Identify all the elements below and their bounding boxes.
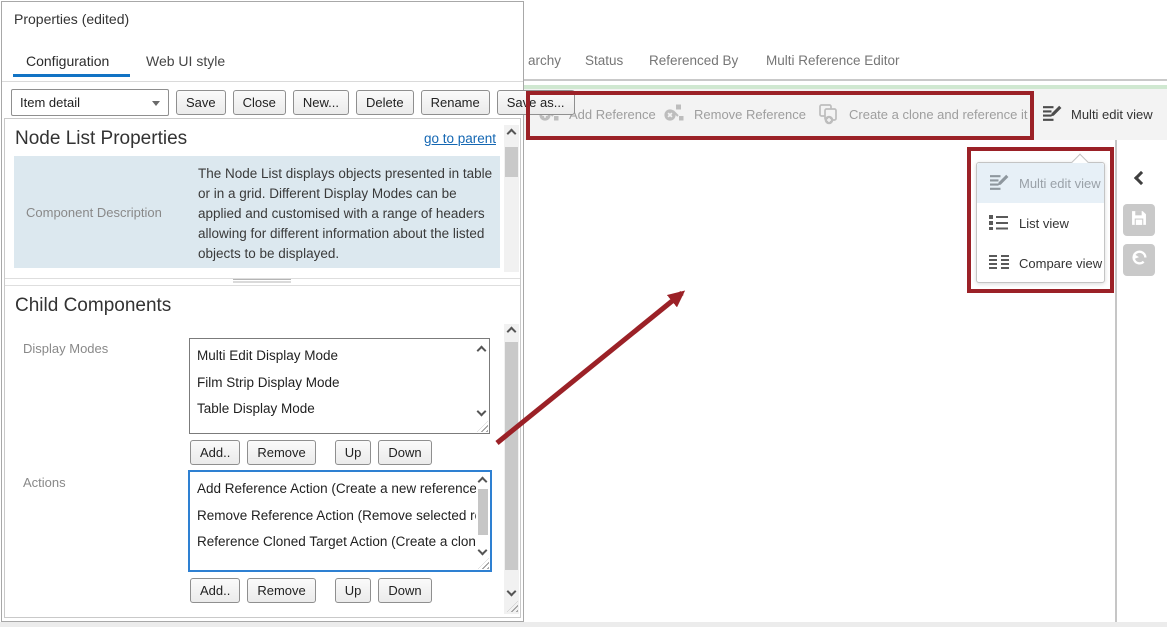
- upper-scrollbar-thumb[interactable]: [505, 147, 518, 177]
- upper-scrollbar: [504, 125, 519, 272]
- scroll-up-icon[interactable]: [507, 327, 517, 337]
- menu-item-list-view[interactable]: List view: [977, 203, 1104, 243]
- view-selector-button[interactable]: Multi edit view: [1042, 89, 1153, 140]
- save-side-button[interactable]: [1123, 204, 1155, 236]
- up-button[interactable]: Up: [335, 440, 372, 465]
- save-button[interactable]: Save: [176, 90, 226, 115]
- actions-label: Actions: [23, 475, 66, 490]
- tabbar-divider: [524, 79, 1167, 81]
- add-button[interactable]: Add..: [190, 578, 240, 603]
- display-modes-listbox: Multi Edit Display Mode Film Strip Displ…: [189, 338, 490, 434]
- menu-item-label: List view: [1019, 216, 1069, 231]
- section-heading-child-components: Child Components: [15, 295, 171, 317]
- scroll-down-icon[interactable]: [477, 407, 487, 417]
- clone-icon: [817, 102, 840, 128]
- section-heading-node-list-properties: Node List Properties: [15, 128, 187, 150]
- multi-edit-view-icon: [989, 174, 1009, 193]
- list-view-icon: [989, 214, 1009, 233]
- tab-multi-reference-editor[interactable]: Multi Reference Editor: [766, 53, 900, 68]
- component-description-text: The Node List displays objects presented…: [198, 156, 500, 268]
- tab-web-ui-style[interactable]: Web UI style: [146, 53, 225, 69]
- down-button[interactable]: Down: [378, 578, 431, 603]
- remove-button[interactable]: Remove: [247, 440, 315, 465]
- splitter-line: [5, 285, 520, 286]
- rename-button[interactable]: Rename: [421, 90, 490, 115]
- properties-dialog: Properties (edited) Configuration Web UI…: [1, 1, 524, 622]
- dialog-button-bar: Save Close New... Delete Rename Save as.…: [176, 90, 575, 115]
- tab-referenced-by[interactable]: Referenced By: [649, 53, 738, 68]
- lower-scrollbar-thumb[interactable]: [505, 342, 518, 570]
- save-icon: [1131, 210, 1147, 231]
- scroll-down-icon[interactable]: [507, 587, 517, 597]
- up-button[interactable]: Up: [335, 578, 372, 603]
- component-description-row: Component Description The Node List disp…: [14, 156, 500, 268]
- content-right-divider: [1115, 140, 1117, 622]
- view-selector-label: Multi edit view: [1071, 107, 1153, 122]
- menu-item-label: Multi edit view: [1019, 176, 1101, 191]
- close-button[interactable]: Close: [233, 90, 286, 115]
- splitter-grip[interactable]: [233, 279, 291, 284]
- menu-item-compare-view[interactable]: Compare view: [977, 243, 1104, 283]
- remove-reference-label: Remove Reference: [694, 107, 806, 122]
- list-item[interactable]: Reference Cloned Target Action (Create a…: [190, 529, 476, 556]
- undo-icon: [1131, 249, 1148, 271]
- bottom-scroll-strip: [0, 622, 1167, 627]
- tab-hierarchy[interactable]: archy: [528, 53, 561, 68]
- preset-select[interactable]: Item detail: [11, 89, 169, 116]
- chevron-down-icon: [152, 101, 160, 106]
- collapse-panel-chevron-icon[interactable]: [1134, 171, 1148, 185]
- clone-and-reference-button[interactable]: Create a clone and reference it: [817, 89, 1028, 140]
- remove-reference-icon: [663, 102, 685, 127]
- list-item[interactable]: Add Reference Action (Create a new refer…: [190, 476, 476, 503]
- add-button[interactable]: Add..: [190, 440, 240, 465]
- menu-item-multi-edit-view[interactable]: Multi edit view: [977, 163, 1104, 203]
- remove-reference-button[interactable]: Remove Reference: [663, 89, 806, 140]
- display-modes-items: Multi Edit Display Mode Film Strip Displ…: [190, 343, 473, 433]
- active-tab-underline: [13, 74, 130, 77]
- resize-handle-icon[interactable]: [477, 421, 488, 432]
- save-as-button[interactable]: Save as...: [497, 90, 575, 115]
- resize-handle-icon[interactable]: [478, 558, 489, 569]
- tabstrip-divider: [2, 81, 523, 82]
- new-button[interactable]: New...: [293, 90, 349, 115]
- resize-handle-icon[interactable]: [507, 601, 518, 612]
- menu-item-label: Compare view: [1019, 256, 1102, 271]
- reference-toolbar: Add Reference Remove Reference Create a …: [524, 89, 1167, 140]
- tab-status[interactable]: Status: [585, 53, 623, 68]
- preset-select-value: Item detail: [20, 95, 80, 110]
- list-item[interactable]: Multi Edit Display Mode: [190, 343, 473, 370]
- properties-content-frame: Node List Properties go to parent Compon…: [4, 118, 521, 618]
- multi-edit-view-icon: [1042, 105, 1062, 124]
- view-dropdown-menu: Multi edit view List view Compare view: [976, 162, 1105, 283]
- list-item[interactable]: Remove Reference Action (Remove selected…: [190, 503, 476, 530]
- scroll-up-icon[interactable]: [507, 129, 517, 139]
- list-item[interactable]: Table Display Mode: [190, 396, 473, 423]
- actions-buttons: Add.. Remove Up Down: [190, 578, 432, 603]
- undo-side-button[interactable]: [1123, 244, 1155, 276]
- tab-configuration[interactable]: Configuration: [26, 53, 109, 69]
- actions-items: Add Reference Action (Create a new refer…: [190, 476, 476, 570]
- display-modes-label: Display Modes: [23, 341, 108, 356]
- remove-button[interactable]: Remove: [247, 578, 315, 603]
- clone-label: Create a clone and reference it: [849, 107, 1028, 122]
- component-description-label: Component Description: [14, 156, 198, 268]
- go-to-parent-link[interactable]: go to parent: [424, 131, 496, 146]
- lower-scrollbar: [504, 324, 519, 614]
- scroll-up-icon[interactable]: [477, 346, 487, 356]
- list-item[interactable]: Film Strip Display Mode: [190, 370, 473, 397]
- compare-view-icon: [989, 254, 1009, 273]
- add-reference-label: Add Reference: [569, 107, 656, 122]
- dialog-title: Properties (edited): [14, 11, 129, 27]
- down-button[interactable]: Down: [378, 440, 431, 465]
- actions-listbox: Add Reference Action (Create a new refer…: [188, 470, 492, 572]
- display-modes-buttons: Add.. Remove Up Down: [190, 440, 432, 465]
- scroll-up-icon[interactable]: [478, 477, 488, 487]
- scroll-down-icon[interactable]: [478, 546, 488, 556]
- actions-scrollbar-thumb[interactable]: [478, 489, 488, 535]
- delete-button[interactable]: Delete: [356, 90, 414, 115]
